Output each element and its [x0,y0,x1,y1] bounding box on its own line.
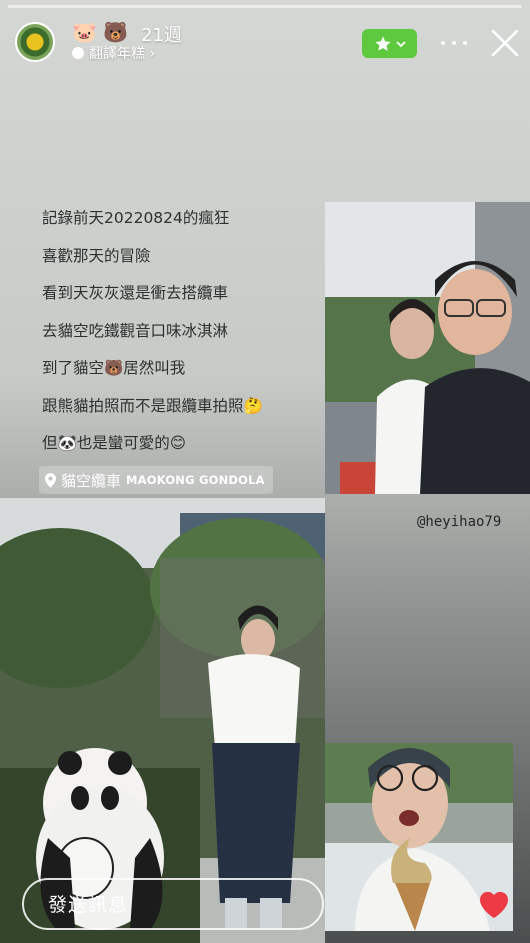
heart-icon[interactable] [479,891,509,919]
caption-line: 但🐼也是蠻可愛的😊 [42,434,186,452]
caption-line: 喜歡那天的冒險 [42,246,151,265]
chevron-down-icon [395,40,406,47]
story-progress-bar [8,5,522,8]
location-name: 貓空纜車 [61,471,122,490]
close-icon[interactable] [489,27,521,59]
star-icon [375,36,390,51]
photo-panda-statue [0,498,325,943]
music-label: 翻譯年糕 › [89,46,156,62]
caption-line: 記錄前天20220824的瘋狂 [42,209,230,227]
location-sticker[interactable]: 貓空纜車 MAOKONG GONDOLA [39,466,273,494]
more-options-button[interactable] [441,28,467,58]
location-pin-icon [45,472,56,488]
photo-selfie-gondola [325,202,530,494]
more-dot [452,41,456,45]
photo-mention-tag[interactable]: @heyihao79 [417,514,501,530]
more-dot [463,41,467,45]
music-icon [72,47,84,59]
send-message-placeholder: 發送訊息 [48,894,129,916]
close-friends-button[interactable] [362,29,417,58]
caption-line: 到了貓空🐻居然叫我 [42,359,186,377]
caption-line: 跟熊貓拍照而不是跟纜車拍照🤔 [42,396,263,415]
caption-line: 去貓空吃鐵觀音口味冰淇淋 [42,321,229,340]
location-subtitle: MAOKONG GONDOLA [126,473,265,487]
user-emojis[interactable]: 🐷 🐻 [72,20,128,44]
music-link[interactable]: 翻譯年糕 › [72,44,155,62]
story-caption: 記錄前天20220824的瘋狂 喜歡那天的冒險 看到天灰灰還是衝去搭纜車 去貓空… [42,200,322,463]
more-dot [441,41,445,45]
avatar[interactable] [15,22,55,62]
caption-line: 看到天灰灰還是衝去搭纜車 [42,284,229,302]
